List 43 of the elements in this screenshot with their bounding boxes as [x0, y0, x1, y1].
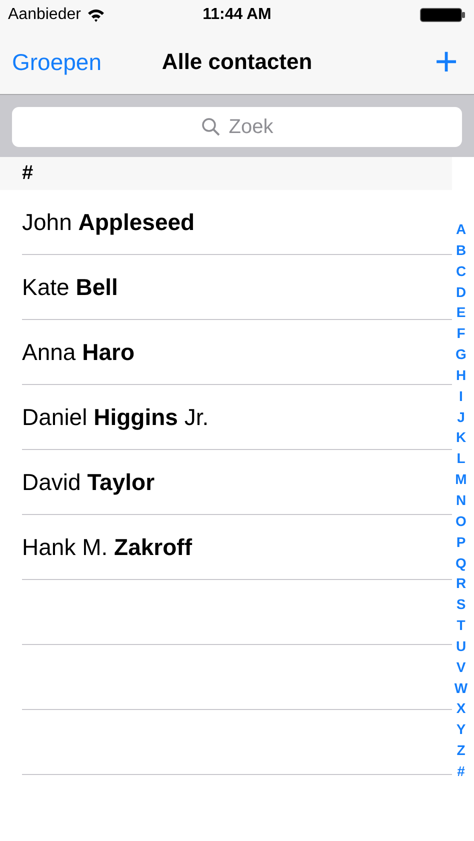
contact-name[interactable]: David Taylor	[22, 468, 155, 496]
contact-name[interactable]: Kate Bell	[22, 274, 118, 300]
index-letter[interactable]: B	[456, 240, 466, 261]
battery-icon	[420, 7, 466, 23]
index-letter[interactable]: I	[459, 386, 463, 407]
contact-name[interactable]: Daniel Higgins Jr.	[22, 404, 209, 430]
index-letter[interactable]: N	[456, 490, 466, 511]
index-letter[interactable]: D	[456, 282, 466, 302]
index-letter[interactable]: X	[456, 698, 466, 720]
index-letter[interactable]: Y	[456, 719, 466, 740]
index-letter[interactable]: U	[456, 636, 466, 657]
groups-link[interactable]: Groepen	[12, 48, 102, 76]
index-letter[interactable]: H	[456, 364, 466, 386]
index-letter[interactable]: S	[456, 594, 466, 616]
index-letter[interactable]: Z	[456, 740, 466, 761]
index-letter[interactable]: W	[454, 678, 468, 698]
index-letter[interactable]: K	[456, 427, 466, 448]
index-letter[interactable]: F	[456, 323, 466, 344]
index-letter[interactable]: A	[456, 219, 466, 240]
page-title: Alle contacten	[162, 49, 312, 75]
index-letter[interactable]: T	[456, 615, 466, 636]
index-letter[interactable]: #	[457, 760, 465, 782]
section-header: #	[22, 162, 34, 185]
search-icon	[200, 117, 221, 137]
clock-time: 11:44 AM	[202, 6, 272, 24]
index-letter[interactable]: C	[456, 260, 466, 282]
contact-name[interactable]: Anna Haro	[22, 338, 135, 366]
index-letter[interactable]: Q	[456, 552, 466, 574]
index-letter[interactable]: L	[456, 448, 466, 470]
index-letter[interactable]: R	[456, 573, 466, 594]
index-letter[interactable]: J	[457, 406, 465, 428]
index-letter[interactable]: E	[456, 302, 466, 324]
search-field[interactable]: Zoek	[12, 107, 462, 147]
carrier-name: Aanbieder	[8, 6, 81, 24]
index-letter[interactable]: O	[456, 510, 466, 532]
index-letter[interactable]: V	[456, 656, 466, 678]
index-letter[interactable]: M	[455, 469, 467, 490]
contact-name[interactable]: Hank M. Zakroff	[22, 534, 192, 560]
add-button[interactable]: +	[430, 42, 462, 82]
index-letter[interactable]: P	[456, 532, 466, 552]
contact-name[interactable]: John Appleseed	[22, 208, 195, 236]
wifi-icon	[86, 8, 105, 22]
index-letter[interactable]: G	[456, 344, 466, 365]
